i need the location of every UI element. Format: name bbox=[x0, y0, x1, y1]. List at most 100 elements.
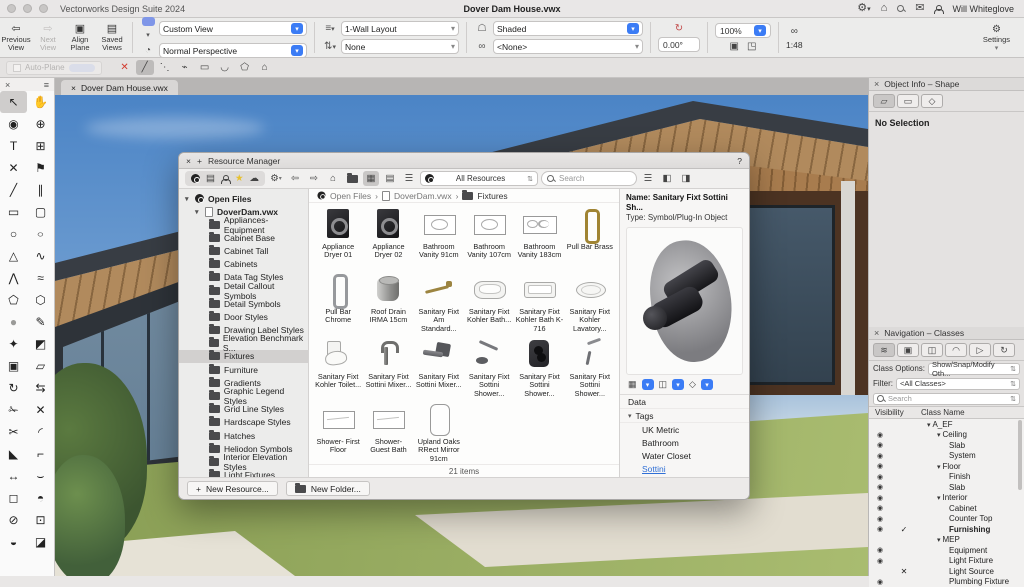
tool-button[interactable]: ⌐ bbox=[27, 443, 54, 465]
auto-plane-checkbox[interactable] bbox=[13, 64, 21, 72]
tab-shape[interactable]: ▱ bbox=[873, 94, 895, 108]
resource-item[interactable]: Bathroom Vanity 183cm bbox=[514, 207, 564, 272]
resource-item[interactable]: Sanitary Fixt Kohler Lavatory... bbox=[565, 272, 615, 337]
move-icon[interactable]: ⇅▾ bbox=[322, 41, 338, 52]
class-name[interactable]: Finish bbox=[917, 472, 1024, 481]
tool-button[interactable]: ▣ bbox=[0, 355, 27, 377]
render-option-icon[interactable]: ▦ bbox=[628, 379, 637, 390]
class-name[interactable]: Counter Top bbox=[917, 514, 1024, 523]
tool-button[interactable]: ✦ bbox=[0, 333, 27, 355]
custom-view-dropdown[interactable]: Custom View▾ bbox=[159, 21, 307, 36]
tree-open-files[interactable]: ▾ Open Files bbox=[179, 192, 308, 205]
resource-item[interactable]: Bathroom Vanity 107cm bbox=[464, 207, 514, 272]
resource-item[interactable]: Shower- Guest Bath bbox=[363, 402, 413, 464]
visibility-eye-icon[interactable] bbox=[869, 515, 891, 523]
class-name[interactable]: Slab bbox=[917, 441, 1024, 450]
breadcrumb-file[interactable]: DoverDam.vwx bbox=[394, 191, 452, 201]
tool-button[interactable]: ▢ bbox=[27, 201, 54, 223]
tool-button[interactable]: ✕ bbox=[27, 399, 54, 421]
fit-page-icon[interactable]: ◳ bbox=[747, 41, 756, 52]
tag-item[interactable]: Sottini bbox=[620, 462, 749, 475]
tool-button[interactable]: ⚑ bbox=[27, 157, 54, 179]
list-view-icon[interactable]: ▤ bbox=[382, 171, 398, 186]
tool-button[interactable]: ✂ bbox=[0, 421, 27, 443]
none-dropdown[interactable]: None▾ bbox=[341, 39, 459, 54]
tool-button[interactable]: △ bbox=[0, 245, 27, 267]
rm-gear-icon[interactable]: ⚙▾ bbox=[268, 171, 284, 186]
tool-button[interactable]: ⬡ bbox=[27, 289, 54, 311]
tool-button[interactable]: ◉ bbox=[0, 113, 27, 135]
class-name[interactable]: Light Fixture bbox=[917, 556, 1024, 565]
toggle-right-panel-icon[interactable]: ◨ bbox=[678, 171, 694, 186]
user-library-icon[interactable] bbox=[221, 175, 229, 183]
home-icon[interactable]: ⌂ bbox=[881, 3, 888, 14]
tab-render[interactable]: ◇ bbox=[921, 94, 943, 108]
mode-icon[interactable]: ✕ bbox=[116, 60, 134, 75]
tool-button[interactable]: ╱ bbox=[0, 179, 27, 201]
resource-item[interactable]: Bathroom Vanity 91cm bbox=[414, 207, 464, 272]
class-row[interactable]: Slab bbox=[869, 440, 1024, 451]
class-row[interactable]: Plumbing Fixture bbox=[869, 577, 1024, 587]
class-name[interactable]: Interior bbox=[917, 493, 1024, 502]
tool-button[interactable]: ⊕ bbox=[27, 113, 54, 135]
class-options-dropdown[interactable]: Show/Snap/Modify Oth...⇅ bbox=[928, 363, 1020, 375]
class-name[interactable]: Cabinet bbox=[917, 504, 1024, 513]
projection-icon[interactable]: ◔ bbox=[140, 45, 156, 56]
class-row[interactable]: MEP bbox=[869, 535, 1024, 546]
class-row[interactable]: A_EF bbox=[869, 419, 1024, 430]
printer-icon[interactable]: ▤ bbox=[206, 174, 215, 184]
resource-item[interactable]: Sanitary Fixt Sottini Shower... bbox=[565, 337, 615, 402]
settings-button[interactable]: ⚙ Settings ▾ bbox=[969, 18, 1024, 57]
visibility-eye-icon[interactable] bbox=[869, 525, 891, 533]
style-option-icon[interactable]: ◇ bbox=[689, 379, 696, 390]
rm-add-icon[interactable]: + bbox=[197, 156, 202, 166]
class-row[interactable]: Counter Top bbox=[869, 514, 1024, 525]
tree-folder-item[interactable]: Cabinets bbox=[179, 258, 308, 271]
user-icon[interactable] bbox=[934, 5, 942, 13]
resource-item[interactable]: Sanitary Fixt Kohler Toilet... bbox=[313, 337, 363, 402]
resource-item[interactable]: Sanitary Fixt Am Standard... bbox=[414, 272, 464, 337]
tags-section-header[interactable]: ▾Tags bbox=[620, 409, 749, 423]
chevron-down-icon[interactable]: ▾ bbox=[627, 23, 639, 34]
resource-item[interactable]: Roof Drain IRMA 15cm bbox=[363, 272, 413, 337]
tool-button[interactable]: ✋ bbox=[27, 91, 54, 113]
resource-item[interactable]: Appliance Dryer 02 bbox=[363, 207, 413, 272]
mode-icon[interactable]: ⋱ bbox=[156, 60, 174, 75]
gear-icon[interactable]: ⚙▾ bbox=[857, 3, 870, 14]
resource-filter-dropdown[interactable]: All Resources ⇅ bbox=[420, 171, 538, 186]
tool-button[interactable]: ≈ bbox=[27, 267, 54, 289]
mode-icon[interactable]: ◡ bbox=[216, 60, 234, 75]
class-name[interactable]: Ceiling bbox=[917, 430, 1024, 439]
tool-button[interactable]: ◩ bbox=[27, 333, 54, 355]
tool-button[interactable]: ∿ bbox=[27, 245, 54, 267]
tool-button[interactable]: ✁ bbox=[0, 399, 27, 421]
visibility-eye-icon[interactable] bbox=[869, 452, 891, 460]
perspective-dropdown[interactable]: Normal Perspective▾ bbox=[159, 43, 307, 58]
new-folder-button[interactable]: New Folder... bbox=[286, 481, 370, 496]
render-style-dropdown[interactable]: <None>▾ bbox=[493, 39, 643, 54]
zoom-field[interactable]: 100%▾ bbox=[715, 23, 771, 38]
tool-button[interactable]: ◓ bbox=[27, 487, 54, 509]
favorites-star-icon[interactable]: ★ bbox=[235, 174, 244, 184]
class-name[interactable]: Equipment bbox=[917, 546, 1024, 555]
tool-button[interactable]: ⌣ bbox=[27, 465, 54, 487]
search-icon[interactable] bbox=[897, 5, 905, 13]
tool-button[interactable]: ○ bbox=[0, 223, 27, 245]
tab-classes[interactable]: ≋ bbox=[873, 343, 895, 357]
user-name[interactable]: Will Whiteglove bbox=[952, 4, 1014, 14]
rm-search-input[interactable]: Search bbox=[541, 171, 637, 186]
resource-item[interactable]: Sanitary Fixt Sottini Mixer... bbox=[414, 337, 464, 402]
tag-item[interactable]: UK Metric bbox=[620, 423, 749, 436]
visibility-eye-icon[interactable] bbox=[869, 483, 891, 491]
nav-button[interactable]: ⇦ Previous View bbox=[0, 18, 32, 57]
class-name[interactable]: A_EF bbox=[917, 420, 1024, 429]
data-section-header[interactable]: Data bbox=[620, 395, 749, 409]
tree-folder-item[interactable]: Detail Callout Symbols bbox=[179, 284, 308, 297]
tool-button[interactable]: ▱ bbox=[27, 355, 54, 377]
nav-button[interactable]: ▣ Align Plane bbox=[64, 18, 96, 57]
active-file-icon[interactable] bbox=[191, 174, 200, 183]
mode-icon[interactable]: ⌂ bbox=[256, 60, 274, 75]
tool-button[interactable]: ✕ bbox=[0, 157, 27, 179]
class-row[interactable]: Light Source bbox=[869, 566, 1024, 577]
visibility-eye-icon[interactable] bbox=[869, 504, 891, 512]
